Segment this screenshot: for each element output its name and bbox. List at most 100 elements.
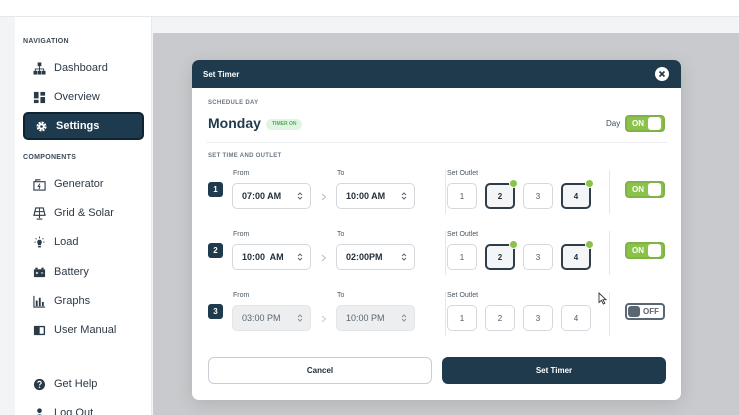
close-button[interactable]	[655, 67, 669, 81]
day-name: Monday	[208, 115, 261, 131]
chevron-updown-icon	[297, 314, 303, 322]
sidebar-item-load[interactable]: Load	[23, 228, 144, 256]
arrow-right-icon	[321, 254, 327, 262]
section-divider	[206, 142, 667, 143]
outlet-button-2[interactable]: 2	[485, 240, 518, 270]
sitemap-icon	[33, 61, 46, 75]
outlet-button-3[interactable]: 3	[523, 244, 553, 270]
bar-chart-icon	[33, 295, 46, 308]
day-toggle[interactable]: ON	[625, 115, 665, 132]
row-3-toggle[interactable]: OFF	[625, 303, 665, 320]
to-label: To	[337, 170, 345, 177]
sidebar-item-dashboard[interactable]: Dashboard	[23, 54, 144, 82]
sidebar-item-get-help[interactable]: Get Help	[23, 370, 144, 398]
column-divider	[609, 170, 610, 214]
sidebar-item-settings[interactable]: Settings	[23, 112, 144, 140]
from-time-select[interactable]: 03:00 PM	[232, 305, 311, 331]
components-heading: COMPONENTS	[23, 154, 77, 161]
sidebar-item-label: Graphs	[54, 295, 91, 307]
outlet-button-4[interactable]: 4	[561, 240, 594, 270]
from-time-value: 07:00 AM	[242, 191, 282, 201]
to-label: To	[337, 292, 345, 299]
chevron-updown-icon	[401, 192, 407, 200]
outlet-button-4[interactable]: 4	[561, 179, 594, 209]
outlet-button-4[interactable]: 4	[561, 305, 591, 331]
nav-heading: NAVIGATION	[23, 38, 69, 45]
sidebar-item-label: Battery	[54, 266, 89, 278]
sidebar-item-log-out[interactable]: Log Out	[23, 399, 144, 415]
chevron-updown-icon	[297, 253, 303, 261]
column-divider	[609, 292, 610, 336]
schedule-day-label: SCHEDULE DAY	[208, 100, 259, 106]
sidebar-item-label: User Manual	[54, 324, 117, 336]
set-outlet-label: Set Outlet	[447, 170, 479, 177]
modal-title: Set Timer	[203, 69, 240, 79]
arrow-right-icon	[321, 315, 327, 323]
row-number-badge: 2	[208, 243, 223, 258]
outlet-button-1[interactable]: 1	[447, 305, 477, 331]
help-circle-icon	[33, 378, 46, 391]
selected-indicator-icon	[585, 179, 594, 188]
outlet-label: 4	[573, 252, 579, 262]
outlet-button-2[interactable]: 2	[485, 179, 518, 209]
column-divider	[609, 231, 610, 275]
selected-indicator-icon	[509, 240, 518, 249]
chevron-updown-icon	[297, 192, 303, 200]
to-time-select[interactable]: 10:00 AM	[336, 183, 415, 209]
grid-icon	[33, 91, 46, 104]
sidebar-item-overview[interactable]: Overview	[23, 83, 144, 111]
gear-icon	[35, 120, 48, 133]
cancel-button[interactable]: Cancel	[208, 357, 432, 384]
logout-icon	[33, 407, 46, 415]
outlet-button-2[interactable]: 2	[485, 305, 515, 331]
column-divider	[445, 170, 446, 214]
generator-icon	[33, 178, 46, 191]
to-label: To	[337, 231, 345, 238]
outlet-button-1[interactable]: 1	[447, 183, 477, 209]
top-bar	[0, 0, 739, 17]
outlet-label: 2	[497, 252, 503, 262]
chevron-updown-icon	[401, 253, 407, 261]
to-time-value: 10:00 PM	[346, 313, 385, 323]
set-outlet-label: Set Outlet	[447, 231, 479, 238]
sidebar-item-label: Log Out	[54, 407, 94, 415]
outlet-button-3[interactable]: 3	[523, 305, 553, 331]
sidebar-item-battery[interactable]: Battery	[23, 258, 144, 286]
sidebar-item-graphs[interactable]: Graphs	[23, 287, 144, 315]
row-1-toggle[interactable]: ON	[625, 181, 665, 198]
from-time-value: 03:00 PM	[242, 313, 281, 323]
to-time-select[interactable]: 10:00 PM	[336, 305, 415, 331]
from-time-select[interactable]: 10:00 AM	[232, 244, 311, 270]
sidebar-item-grid-solar[interactable]: Grid & Solar	[23, 199, 144, 227]
sidebar-item-generator[interactable]: Generator	[23, 170, 144, 198]
sidebar-item-user-manual[interactable]: User Manual	[23, 316, 144, 344]
book-icon	[33, 324, 46, 337]
toggle-knob	[648, 117, 661, 130]
chevron-updown-icon	[401, 314, 407, 322]
outlet-button-3[interactable]: 3	[523, 183, 553, 209]
to-time-value: 10:00 AM	[346, 191, 386, 201]
toggle-state-text: ON	[632, 246, 644, 255]
set-outlet-label: Set Outlet	[447, 292, 479, 299]
from-time-value: 10:00 AM	[242, 252, 284, 262]
sidebar-item-label: Load	[54, 236, 79, 248]
solar-panel-icon	[33, 206, 46, 220]
outlet-button-1[interactable]: 1	[447, 244, 477, 270]
modal-header: Set Timer	[192, 60, 681, 88]
row-number-badge: 1	[208, 182, 223, 197]
sidebar-item-label: Grid & Solar	[54, 207, 114, 219]
selected-indicator-icon	[585, 240, 594, 249]
sidebar-item-label: Overview	[54, 91, 100, 103]
outlet-label: 2	[497, 191, 503, 201]
row-2-toggle[interactable]: ON	[625, 242, 665, 259]
arrow-right-icon	[321, 193, 327, 201]
to-time-select[interactable]: 02:00PM	[336, 244, 415, 270]
column-divider	[445, 292, 446, 336]
set-timer-button[interactable]: Set Timer	[442, 357, 666, 384]
column-divider	[445, 231, 446, 275]
battery-icon	[33, 266, 46, 279]
from-time-select[interactable]: 07:00 AM	[232, 183, 311, 209]
day-toggle-label: Day	[606, 119, 621, 128]
from-label: From	[233, 170, 250, 177]
toggle-state-text: OFF	[643, 307, 659, 316]
